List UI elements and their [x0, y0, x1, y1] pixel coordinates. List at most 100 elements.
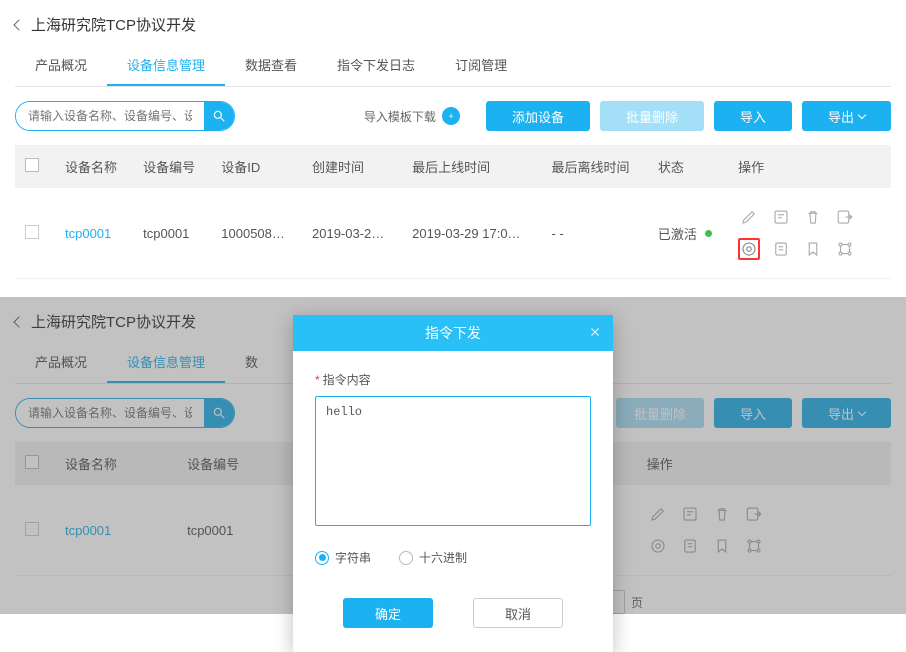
edit-icon [647, 503, 669, 525]
search-icon [212, 109, 226, 123]
radio-indicator-icon [315, 551, 329, 565]
topology-icon [743, 535, 765, 557]
select-all-checkbox[interactable] [25, 158, 39, 172]
status-text: 已激活 [658, 224, 697, 243]
pagination: 往 页 [575, 590, 891, 614]
tab-device-info: 设备信息管理 [107, 342, 225, 383]
modal-title: 指令下发 [425, 323, 481, 343]
tab-data-view-trim: 数 [225, 342, 278, 383]
status-badge: 已激活 [658, 224, 718, 243]
row-actions [738, 206, 868, 260]
detail-icon[interactable] [770, 206, 792, 228]
search-icon [212, 406, 226, 420]
search-input [16, 399, 204, 427]
edit-icon[interactable] [738, 206, 760, 228]
bookmark-icon[interactable] [802, 238, 824, 260]
chevron-down-icon [858, 407, 866, 415]
export-label: 导出 [828, 404, 854, 423]
tab-product-overview[interactable]: 产品概况 [15, 45, 107, 86]
back-icon[interactable] [13, 19, 24, 30]
table-row: tcp0001 tcp0001 1000508… 2019-03-2… 2019… [15, 188, 891, 279]
device-name-link: tcp0001 [55, 485, 177, 576]
field-label-text: 指令内容 [323, 373, 371, 387]
export-row-icon [743, 503, 765, 525]
log-icon[interactable] [770, 238, 792, 260]
col-name: 设备名称 [55, 145, 133, 188]
command-content-input[interactable] [315, 396, 591, 526]
search-input[interactable] [16, 102, 204, 130]
radio-hex-label: 十六进制 [419, 549, 467, 566]
status-dot-icon [705, 230, 712, 237]
toolbar: 导入模板下载 添加设备 批量删除 导入 导出 [15, 87, 891, 145]
page-title: 上海研究院TCP协议开发 [31, 14, 196, 35]
col-actions: 操作 [637, 442, 891, 485]
cancel-button[interactable]: 取消 [473, 598, 563, 628]
batch-delete-button[interactable]: 批量删除 [600, 101, 704, 131]
tab-data-view[interactable]: 数据查看 [225, 45, 317, 86]
batch-delete-button: 批量删除 [616, 398, 704, 428]
col-code: 设备编号 [133, 145, 211, 188]
encoding-radio-group: 字符串 十六进制 [315, 549, 591, 566]
chevron-down-icon [858, 110, 866, 118]
topology-icon[interactable] [834, 238, 856, 260]
col-actions: 操作 [728, 145, 891, 188]
template-download-link[interactable]: 导入模板下载 [364, 107, 460, 125]
last-offline-cell: - - [541, 188, 647, 279]
device-code-cell: tcp0001 [133, 188, 211, 279]
search-button [204, 398, 234, 428]
confirm-button[interactable]: 确定 [343, 598, 433, 628]
tab-subscription[interactable]: 订阅管理 [435, 45, 527, 86]
col-status: 状态 [648, 145, 728, 188]
search-button[interactable] [204, 101, 234, 131]
page-title: 上海研究院TCP协议开发 [31, 311, 196, 332]
add-device-button[interactable]: 添加设备 [486, 101, 590, 131]
detail-icon [679, 503, 701, 525]
delete-icon[interactable] [802, 206, 824, 228]
command-content-label: *指令内容 [315, 371, 591, 388]
radio-hex[interactable]: 十六进制 [399, 549, 467, 566]
export-row-icon[interactable] [834, 206, 856, 228]
send-command-modal: 指令下发 *指令内容 字符串 十六进制 确定 取 [293, 315, 613, 652]
bookmark-icon [711, 535, 733, 557]
tab-command-log[interactable]: 指令下发日志 [317, 45, 435, 86]
close-icon [589, 326, 601, 338]
import-button: 导入 [714, 398, 792, 428]
col-last-online: 最后上线时间 [402, 145, 541, 188]
back-icon [13, 316, 24, 327]
modal-footer: 确定 取消 [293, 576, 613, 652]
select-all-checkbox [25, 455, 39, 469]
create-time-cell: 2019-03-2… [302, 188, 402, 279]
col-create-time: 创建时间 [302, 145, 402, 188]
import-button[interactable]: 导入 [714, 101, 792, 131]
template-download-label: 导入模板下载 [364, 108, 436, 125]
send-command-icon[interactable] [738, 238, 760, 260]
col-code: 设备编号 [177, 442, 299, 485]
col-last-offline: 最后离线时间 [541, 145, 647, 188]
modal-overlay-section: 上海研究院TCP协议开发 产品概况 设备信息管理 数 批量删除 导入 导出 [0, 297, 906, 614]
pagination-suffix: 页 [631, 594, 643, 611]
table-header-row: 设备名称 设备编号 设备ID 创建时间 最后上线时间 最后离线时间 状态 操作 [15, 145, 891, 188]
modal-header: 指令下发 [293, 315, 613, 351]
modal-close-button[interactable] [589, 325, 601, 341]
export-label: 导出 [828, 107, 854, 126]
device-name-link[interactable]: tcp0001 [55, 188, 133, 279]
radio-indicator-icon [399, 551, 413, 565]
radio-string-label: 字符串 [335, 549, 371, 566]
row-checkbox[interactable] [25, 225, 39, 239]
tab-bar: 产品概况 设备信息管理 数据查看 指令下发日志 订阅管理 [15, 45, 891, 87]
tab-product-overview: 产品概况 [15, 342, 107, 383]
delete-icon [711, 503, 733, 525]
send-command-icon [647, 535, 669, 557]
tab-device-info[interactable]: 设备信息管理 [107, 45, 225, 86]
download-icon [442, 107, 460, 125]
log-icon [679, 535, 701, 557]
col-id: 设备ID [211, 145, 302, 188]
device-table: 设备名称 设备编号 设备ID 创建时间 最后上线时间 最后离线时间 状态 操作 … [15, 145, 891, 279]
col-name: 设备名称 [55, 442, 177, 485]
export-button[interactable]: 导出 [802, 101, 891, 131]
breadcrumb[interactable]: 上海研究院TCP协议开发 [15, 0, 891, 45]
radio-string[interactable]: 字符串 [315, 549, 371, 566]
export-button: 导出 [802, 398, 891, 428]
main-panel: 上海研究院TCP协议开发 产品概况 设备信息管理 数据查看 指令下发日志 订阅管… [0, 0, 906, 279]
device-id-cell: 1000508… [211, 188, 302, 279]
